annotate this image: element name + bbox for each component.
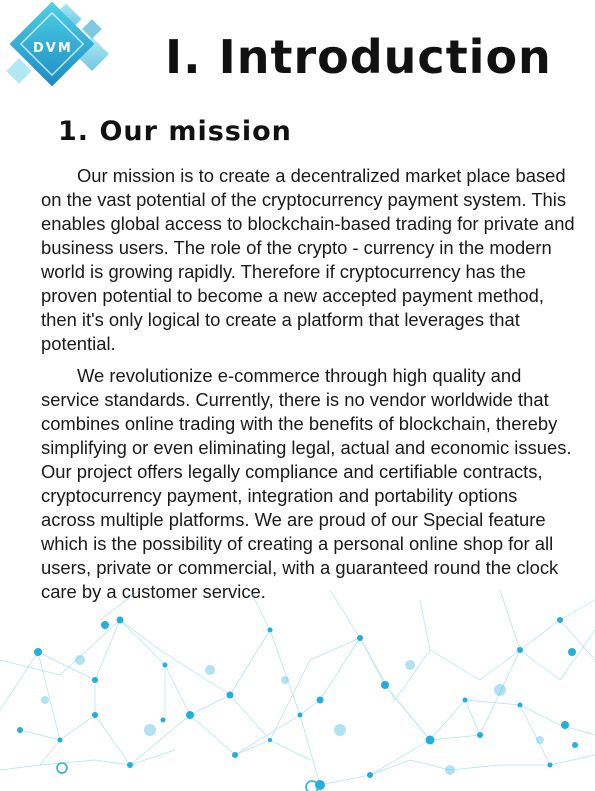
logo-text: DVM bbox=[33, 41, 73, 56]
page-title: I. Introduction bbox=[165, 30, 552, 84]
section-title: 1. Our mission bbox=[58, 116, 292, 147]
network-graphic bbox=[0, 590, 595, 791]
mission-paragraph-2: We revolutionize e-commerce through high… bbox=[41, 365, 572, 602]
mission-paragraph-1: Our mission is to create a decentralized… bbox=[41, 165, 575, 354]
dvm-logo: DVM bbox=[0, 0, 120, 95]
